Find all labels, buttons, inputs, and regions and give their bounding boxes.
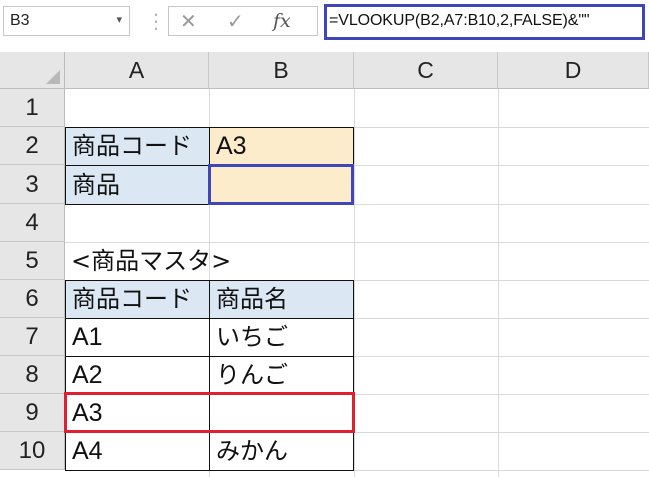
name-box[interactable]: B3 ▾ (3, 6, 130, 36)
row-header-1[interactable]: 1 (0, 89, 65, 127)
row-header-4[interactable]: 4 (0, 204, 65, 242)
row-header-10[interactable]: 10 (0, 432, 65, 470)
cancel-icon[interactable]: ✕ (180, 9, 197, 33)
formula-text: =VLOOKUP(B2,A7:B10,2,FALSE)&"" (329, 12, 590, 29)
grip-icon[interactable]: ⋮ (146, 9, 167, 33)
cell-b2[interactable]: A3 (209, 127, 354, 166)
cell-b10[interactable]: みかん (209, 432, 354, 471)
formula-bar: B3 ▾ ⋮ ✕ ✓ fx =VLOOKUP(B2,A7:B10,2,FALSE… (0, 0, 649, 44)
row-header-8[interactable]: 8 (0, 356, 65, 394)
cell-b6[interactable]: 商品名 (209, 280, 354, 319)
cell-a7[interactable]: A1 (65, 318, 210, 357)
cell-a10[interactable]: A4 (65, 432, 210, 471)
cell-a8[interactable]: A2 (65, 356, 210, 395)
row-header-2[interactable]: 2 (0, 127, 65, 165)
row-header-3[interactable]: 3 (0, 165, 65, 204)
check-icon[interactable]: ✓ (227, 9, 244, 33)
chevron-down-icon[interactable]: ▾ (116, 13, 122, 26)
cell-a5[interactable]: <商品マスタ> (65, 242, 354, 280)
row-header-6[interactable]: 6 (0, 280, 65, 318)
name-box-value: B3 (10, 12, 30, 29)
cell-a2[interactable]: 商品コード (65, 127, 210, 166)
column-header-b[interactable]: B (209, 52, 354, 89)
formula-input[interactable]: =VLOOKUP(B2,A7:B10,2,FALSE)&"" (324, 4, 645, 40)
cell-b7[interactable]: いちご (209, 318, 354, 357)
select-all-icon (46, 70, 60, 84)
row-header-9[interactable]: 9 (0, 394, 65, 432)
column-header-d[interactable]: D (498, 52, 649, 89)
highlight-row-outline (64, 392, 355, 433)
cell-b8[interactable]: りんご (209, 356, 354, 395)
row-header-7[interactable]: 7 (0, 318, 65, 356)
active-cell-outline (208, 164, 354, 205)
column-header-a[interactable]: A (65, 52, 209, 89)
row-header-5[interactable]: 5 (0, 242, 65, 280)
formula-buttons: ✕ ✓ fx (168, 6, 318, 36)
column-header-c[interactable]: C (354, 52, 498, 89)
insert-function-icon[interactable]: fx (273, 10, 291, 32)
select-all-button[interactable] (0, 52, 65, 89)
cell-a3[interactable]: 商品 (65, 165, 210, 205)
cell-a6[interactable]: 商品コード (65, 280, 210, 319)
gridline (498, 89, 499, 477)
